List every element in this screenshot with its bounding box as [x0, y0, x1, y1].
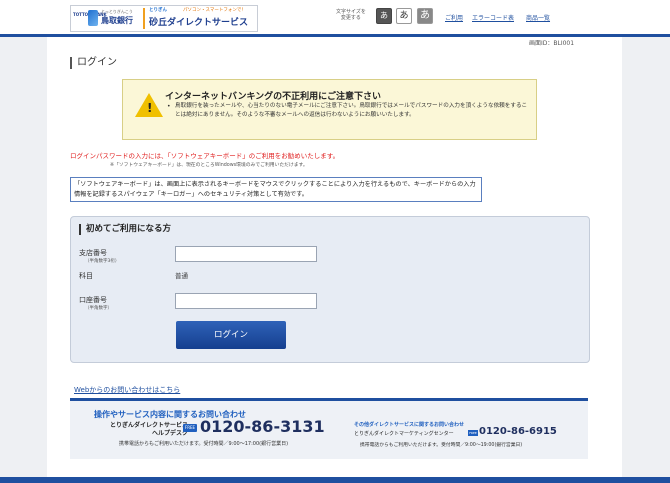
warning-exclamation: ! — [147, 101, 153, 115]
header: TOTTORI BANK とっとりぎんこう 鳥取銀行 とりぎん パソコン・スマー… — [0, 0, 670, 37]
logo[interactable]: TOTTORI BANK とっとりぎんこう 鳥取銀行 とりぎん パソコン・スマー… — [70, 5, 258, 32]
other-contact-phone: 0120-86-6915 — [479, 426, 557, 437]
product-list-link[interactable]: 商品一覧 — [526, 13, 550, 22]
software-keyboard-info-text: 「ソフトウェアキーボード」は、画面上に表示されるキーボードをマウスでクリックする… — [74, 181, 476, 198]
usage-link[interactable]: ご利用 — [445, 13, 463, 22]
subject-value: 普通 — [175, 272, 188, 280]
other-contact-heading: その他ダイレクトサービスに関するお問い合わせ — [354, 422, 465, 428]
logo-service-small: とりぎん — [149, 8, 167, 13]
logo-catchphrase: パソコン・スマートフォンで！ — [183, 8, 246, 13]
font-size-label: 文字サイズを 変更する — [336, 9, 366, 21]
software-keyboard-info: 「ソフトウェアキーボード」は、画面上に表示されるキーボードをマウスでクリックする… — [70, 177, 482, 202]
contact-org: とりぎんダイレクトサービス ヘルプデスク — [109, 422, 188, 437]
warning-box: ! インターネットバンキングの不正利用にご注意下さい • 鳥取銀行を装ったメール… — [122, 79, 537, 140]
contact-note: 携帯電話からもご利用いただけます。受付時間／9:00～17:00(銀行営業日) — [119, 441, 289, 447]
contact-phone: 0120-86-3131 — [200, 417, 325, 436]
branch-number-hint: （半角数字3桁） — [85, 259, 120, 264]
font-size-large-button[interactable]: あ — [417, 8, 433, 24]
screen-id: 画面ID：BLI001 — [529, 40, 575, 47]
font-size-label-text: 文字サイズを 変更する — [336, 9, 366, 21]
contact-footer: 操作やサービス内容に関するお問い合わせ とりぎんダイレクトサービス ヘルプデスク… — [70, 398, 588, 459]
bank-logo-icon — [88, 10, 98, 26]
subject-label: 科目 — [79, 272, 93, 280]
panel-title: 初めてご利用になる方 — [79, 224, 171, 235]
warning-title: インターネットバンキングの不正利用にご注意下さい — [165, 92, 382, 102]
software-keyboard-notice: ログインパスワードの入力には、「ソフトウェアキーボード」のご利用をお勧めいたしま… — [70, 152, 340, 160]
branch-number-label: 支店番号 — [79, 249, 107, 257]
warning-body: 鳥取銀行を装ったメールや、心当たりのない電子メールにご注意下さい。鳥取銀行ではメ… — [175, 103, 528, 118]
font-size-small-button[interactable]: あ — [376, 8, 392, 24]
logo-service-name: 砂丘ダイレクトサービス — [149, 18, 249, 28]
free-dial-icon: FREE — [183, 424, 197, 432]
warning-bullet: • — [167, 103, 171, 110]
other-contact-org: とりぎんダイレクトマーケティングセンター — [354, 431, 454, 437]
web-inquiry-link[interactable]: Webからのお問い合わせはこちら — [74, 385, 180, 395]
logo-bank-name: 鳥取銀行 — [101, 16, 133, 25]
windows-only-note: ※「ソフトウェアキーボード」は、現在のところWindows環境のみでご利用いただ… — [110, 163, 308, 168]
free-dial-icon-small: FREE — [468, 430, 478, 436]
font-size-medium-button[interactable]: あ — [396, 8, 412, 24]
first-time-login-panel: 初めてご利用になる方 支店番号 （半角数字3桁） 科目 普通 口座番号 （半角数… — [70, 216, 590, 363]
error-code-link[interactable]: エラーコード表 — [472, 13, 514, 22]
branch-number-input[interactable] — [175, 246, 317, 262]
account-number-hint: （半角数字） — [85, 306, 112, 311]
page-title: ログイン — [70, 57, 117, 69]
account-number-label: 口座番号 — [79, 296, 107, 304]
footer-bar — [0, 477, 670, 483]
other-contact-note: 携帯電話からもご利用いただけます。受付時間／9:00～19:00(銀行営業日) — [360, 443, 523, 448]
logo-divider — [143, 8, 145, 29]
login-button[interactable]: ログイン — [176, 321, 286, 349]
account-number-input[interactable] — [175, 293, 317, 309]
